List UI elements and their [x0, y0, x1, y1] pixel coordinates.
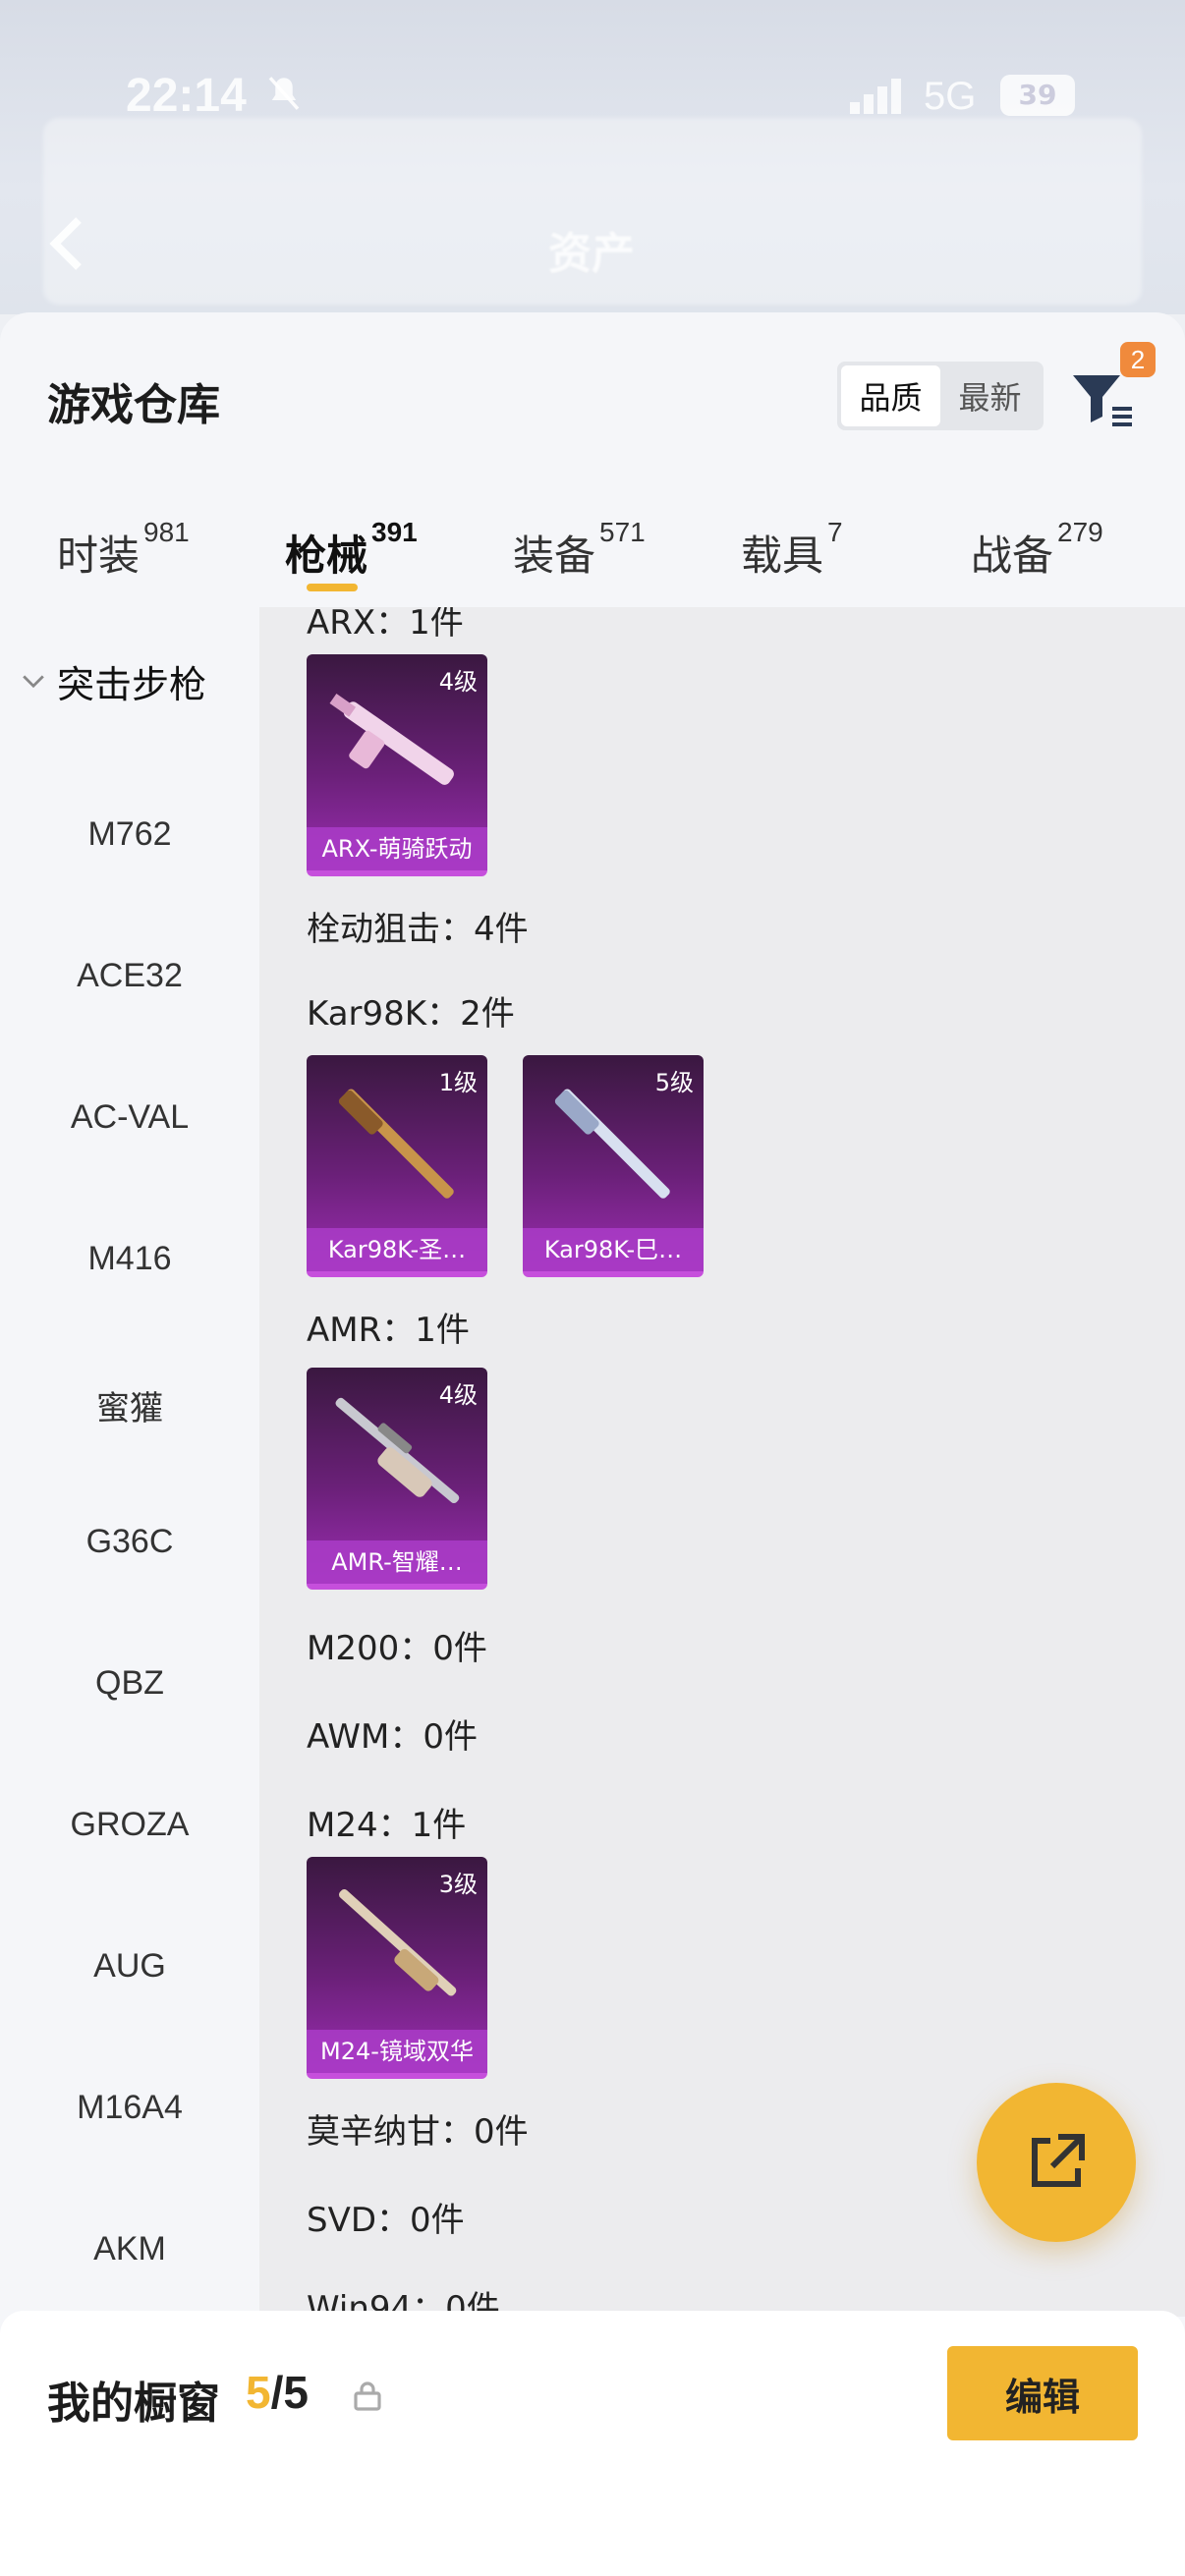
sidebar-item[interactable]: GROZA	[0, 1806, 259, 1844]
category-label: ARX：1件	[307, 607, 464, 643]
tab-label: 枪械	[285, 532, 368, 580]
showcase-title: 我的橱窗	[47, 2379, 220, 2429]
category-label: M200：0件	[307, 1629, 487, 1668]
weapon-card[interactable]: 3级 M24-镜域双华	[307, 1857, 487, 2079]
sidebar-group-assault-rifles[interactable]: 突击步枪	[20, 654, 206, 708]
sidebar-group-label: 突击步枪	[57, 663, 207, 706]
card-level: 5级	[654, 1069, 694, 1096]
showcase-total: /5	[270, 2367, 309, 2418]
back-chevron-icon[interactable]	[47, 216, 86, 271]
category-label: Kar98K：2件	[307, 994, 515, 1034]
sidebar-item[interactable]: M762	[0, 815, 259, 854]
edit-button[interactable]: 编辑	[947, 2346, 1138, 2440]
share-button[interactable]	[977, 2083, 1136, 2242]
tab-label: 战备	[971, 532, 1054, 580]
lock-icon	[354, 2381, 381, 2411]
showcase-current: 5	[246, 2367, 271, 2418]
card-name: Kar98K-圣…	[307, 1228, 487, 1271]
warehouse-sheet: 游戏仓库 品质 最新 2 时装 981 枪械 391 装备 571 载具 7 战备 279…	[0, 312, 1185, 2576]
weapon-card[interactable]: 4级 AMR-智耀…	[307, 1368, 487, 1590]
sort-toggle: 品质 最新	[837, 362, 1044, 430]
card-name: Kar98K-巳…	[523, 1228, 704, 1271]
sheet-title: 游戏仓库	[47, 380, 220, 430]
signal-icon	[850, 79, 901, 114]
chevron-down-icon	[23, 674, 44, 688]
showcase-bar: 我的橱窗 5/5 编辑	[0, 2311, 1185, 2576]
tab-label: 载具	[741, 532, 824, 580]
showcase-count: 5/5	[246, 2366, 309, 2419]
category-label: M24：1件	[307, 1806, 467, 1845]
sort-latest[interactable]: 最新	[940, 365, 1040, 426]
card-name: M24-镜域双华	[307, 2030, 487, 2073]
category-tabs: 时装 981 枪械 391 装备 571 载具 7 战备 279	[0, 499, 1185, 607]
sidebar-item[interactable]: 蜜獾	[0, 1381, 259, 1429]
card-level: 3级	[438, 1871, 478, 1898]
tab-fashion[interactable]: 时装 981	[57, 517, 190, 583]
tab-vehicles[interactable]: 载具 7	[741, 517, 843, 583]
tab-count: 279	[1057, 517, 1103, 547]
sidebar-item[interactable]: AKM	[0, 2230, 259, 2268]
active-tab-indicator	[307, 584, 358, 591]
weapon-card[interactable]: 1级 Kar98K-圣…	[307, 1055, 487, 1277]
sidebar-item[interactable]: ACE32	[0, 957, 259, 995]
page-title: 资产	[548, 229, 635, 279]
category-label: AWM：0件	[307, 1717, 478, 1757]
weapon-list: ARX：1件 4级 ARX-萌骑跃动 栓动狙击：4件 Kar98K：2件 1级 …	[259, 607, 1185, 2317]
category-label: SVD：0件	[307, 2201, 465, 2240]
sidebar-item[interactable]: AUG	[0, 1947, 259, 1986]
tab-count: 7	[827, 517, 843, 547]
tab-count: 391	[371, 517, 418, 547]
tab-supplies[interactable]: 战备 279	[971, 517, 1103, 583]
battery-indicator: 39	[1000, 75, 1075, 116]
sidebar-item[interactable]: M16A4	[0, 2089, 259, 2127]
tab-label: 时装	[57, 532, 141, 580]
tab-guns[interactable]: 枪械 391	[285, 517, 418, 583]
bell-mute-icon	[268, 77, 300, 110]
weapon-type-sidebar: 突击步枪 M762 ACE32 AC-VAL M416 蜜獾 G36C QBZ …	[0, 607, 259, 2576]
card-level: 1级	[438, 1069, 478, 1096]
sidebar-item[interactable]: M416	[0, 1240, 259, 1278]
status-time: 22:14	[126, 70, 247, 122]
tab-equipment[interactable]: 装备 571	[513, 517, 646, 583]
category-label: AMR：1件	[307, 1311, 470, 1350]
category-label: 莫辛纳甘：0件	[307, 2112, 529, 2152]
tab-count: 571	[599, 517, 646, 547]
network-label: 5G	[924, 75, 977, 118]
tab-count: 981	[143, 517, 190, 547]
tab-label: 装备	[513, 532, 596, 580]
sidebar-item[interactable]: AC-VAL	[0, 1098, 259, 1137]
sort-quality[interactable]: 品质	[841, 365, 940, 426]
weapon-card[interactable]: 4级 ARX-萌骑跃动	[307, 654, 487, 876]
category-label: 栓动狙击：4件	[307, 910, 529, 949]
card-level: 4级	[438, 1381, 478, 1409]
card-level: 4级	[438, 668, 478, 696]
card-name: AMR-智耀…	[307, 1540, 487, 1584]
background-header: 22:14 5G 39 资产	[0, 0, 1185, 314]
sidebar-item[interactable]: G36C	[0, 1523, 259, 1561]
card-name: ARX-萌骑跃动	[307, 827, 487, 870]
filter-badge: 2	[1120, 342, 1156, 377]
weapon-card[interactable]: 5级 Kar98K-巳…	[523, 1055, 704, 1277]
share-icon	[1032, 2134, 1085, 2187]
sidebar-item[interactable]: QBZ	[0, 1664, 259, 1703]
